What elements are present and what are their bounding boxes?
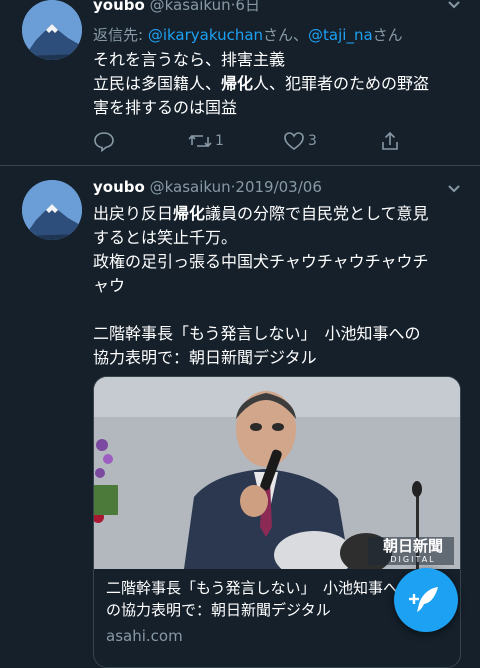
card-title-line: 二階幹事長「もう発言しない」 小池知事へ (106, 579, 399, 597)
compose-feather-icon (409, 587, 438, 612)
text-line: 協力表明で：朝日新聞デジタル (93, 348, 317, 367)
tweet-time[interactable]: 6日 (235, 0, 260, 14)
share-button[interactable] (379, 130, 401, 152)
avatar[interactable] (22, 0, 82, 60)
mountain-avatar-icon (22, 180, 82, 240)
like-count: 3 (308, 133, 317, 149)
tweet-text: それを言うなら、排害主義 立民は多国籍人、帰化人、犯罪者のための野盗 害を排する… (93, 48, 429, 120)
reply-icon (94, 132, 114, 152)
compose-tweet-button[interactable] (394, 568, 458, 632)
text-line: それを言うなら、排害主義 (93, 50, 286, 69)
highlight-term: 帰化 (173, 204, 206, 223)
card-image: 朝日新聞 DIGITAL (94, 377, 460, 569)
reply-user-link[interactable]: @ikaryakuchan (148, 26, 263, 44)
avatar[interactable] (22, 180, 82, 240)
reply-context: 返信先: @ikaryakuchanさん、@taji_naさん (93, 24, 403, 45)
tweet-1[interactable]: youbo @kasaikun·6日 返信先: @ikaryakuchanさん、… (0, 0, 480, 165)
mountain-avatar-icon (22, 0, 82, 60)
reply-honorific: さん、 (263, 26, 309, 44)
card-domain: asahi.com (106, 627, 183, 645)
highlight-term: 帰化 (221, 74, 254, 93)
asahi-logo: 朝日新聞 (382, 537, 443, 555)
card-title-line: の協力表明で：朝日新聞デジタル (106, 601, 331, 619)
tweet-date[interactable]: 2019/03/06 (235, 178, 321, 196)
retweet-count: 1 (215, 133, 224, 149)
display-name[interactable]: youbo (93, 0, 145, 14)
reply-user-link[interactable]: @taji_na (308, 26, 373, 44)
text-line: 政権の足引っ張る中国犬チャウチャウチャウチ (93, 252, 429, 271)
text-line: ャウ (93, 276, 126, 295)
chevron-down-icon[interactable] (447, 0, 461, 10)
like-button[interactable]: 3 (283, 130, 379, 152)
text-line: 二階幹事長「もう発言しない」 小池知事への (93, 324, 421, 343)
reply-button[interactable] (93, 130, 188, 152)
text-line: 害を排するのは国益 (93, 98, 238, 117)
card-title: 二階幹事長「もう発言しない」 小池知事へ の協力表明で：朝日新聞デジタル (106, 577, 398, 621)
text-line: 出戻り反日帰化議員の分際で自民党として意見 (93, 202, 429, 226)
reply-prefix: 返信先: (93, 26, 148, 44)
reply-honorific: さん (372, 26, 403, 44)
text-span: 立民は多国籍人、 (93, 74, 222, 93)
text-span: 出戻り反日 (93, 204, 174, 223)
chevron-down-icon[interactable] (447, 184, 461, 194)
retweet-button[interactable]: 1 (188, 130, 283, 152)
text-span: 議員の分際で自民党として意見 (205, 204, 429, 223)
text-span: 人、犯罪者のための野盗 (253, 74, 430, 93)
tweet-actions: 1 3 (93, 130, 401, 152)
text-line: 立民は多国籍人、帰化人、犯罪者のための野盗 (93, 72, 429, 96)
tweet-text: 出戻り反日帰化議員の分際で自民党として意見 するとは笑止千万。 政権の足引っ張る… (93, 202, 429, 370)
user-handle[interactable]: @kasaikun (150, 0, 231, 14)
retweet-icon (188, 134, 212, 148)
text-line: するとは笑止千万。 (93, 228, 238, 247)
tweet-header: youbo @kasaikun·2019/03/06 (93, 178, 322, 196)
display-name[interactable]: youbo (93, 178, 145, 196)
heart-icon (284, 132, 304, 150)
asahi-logo-sub: DIGITAL (390, 555, 436, 564)
tweet-header: youbo @kasaikun·6日 (93, 0, 260, 15)
user-handle[interactable]: @kasaikun (150, 178, 231, 196)
share-icon (382, 131, 398, 150)
